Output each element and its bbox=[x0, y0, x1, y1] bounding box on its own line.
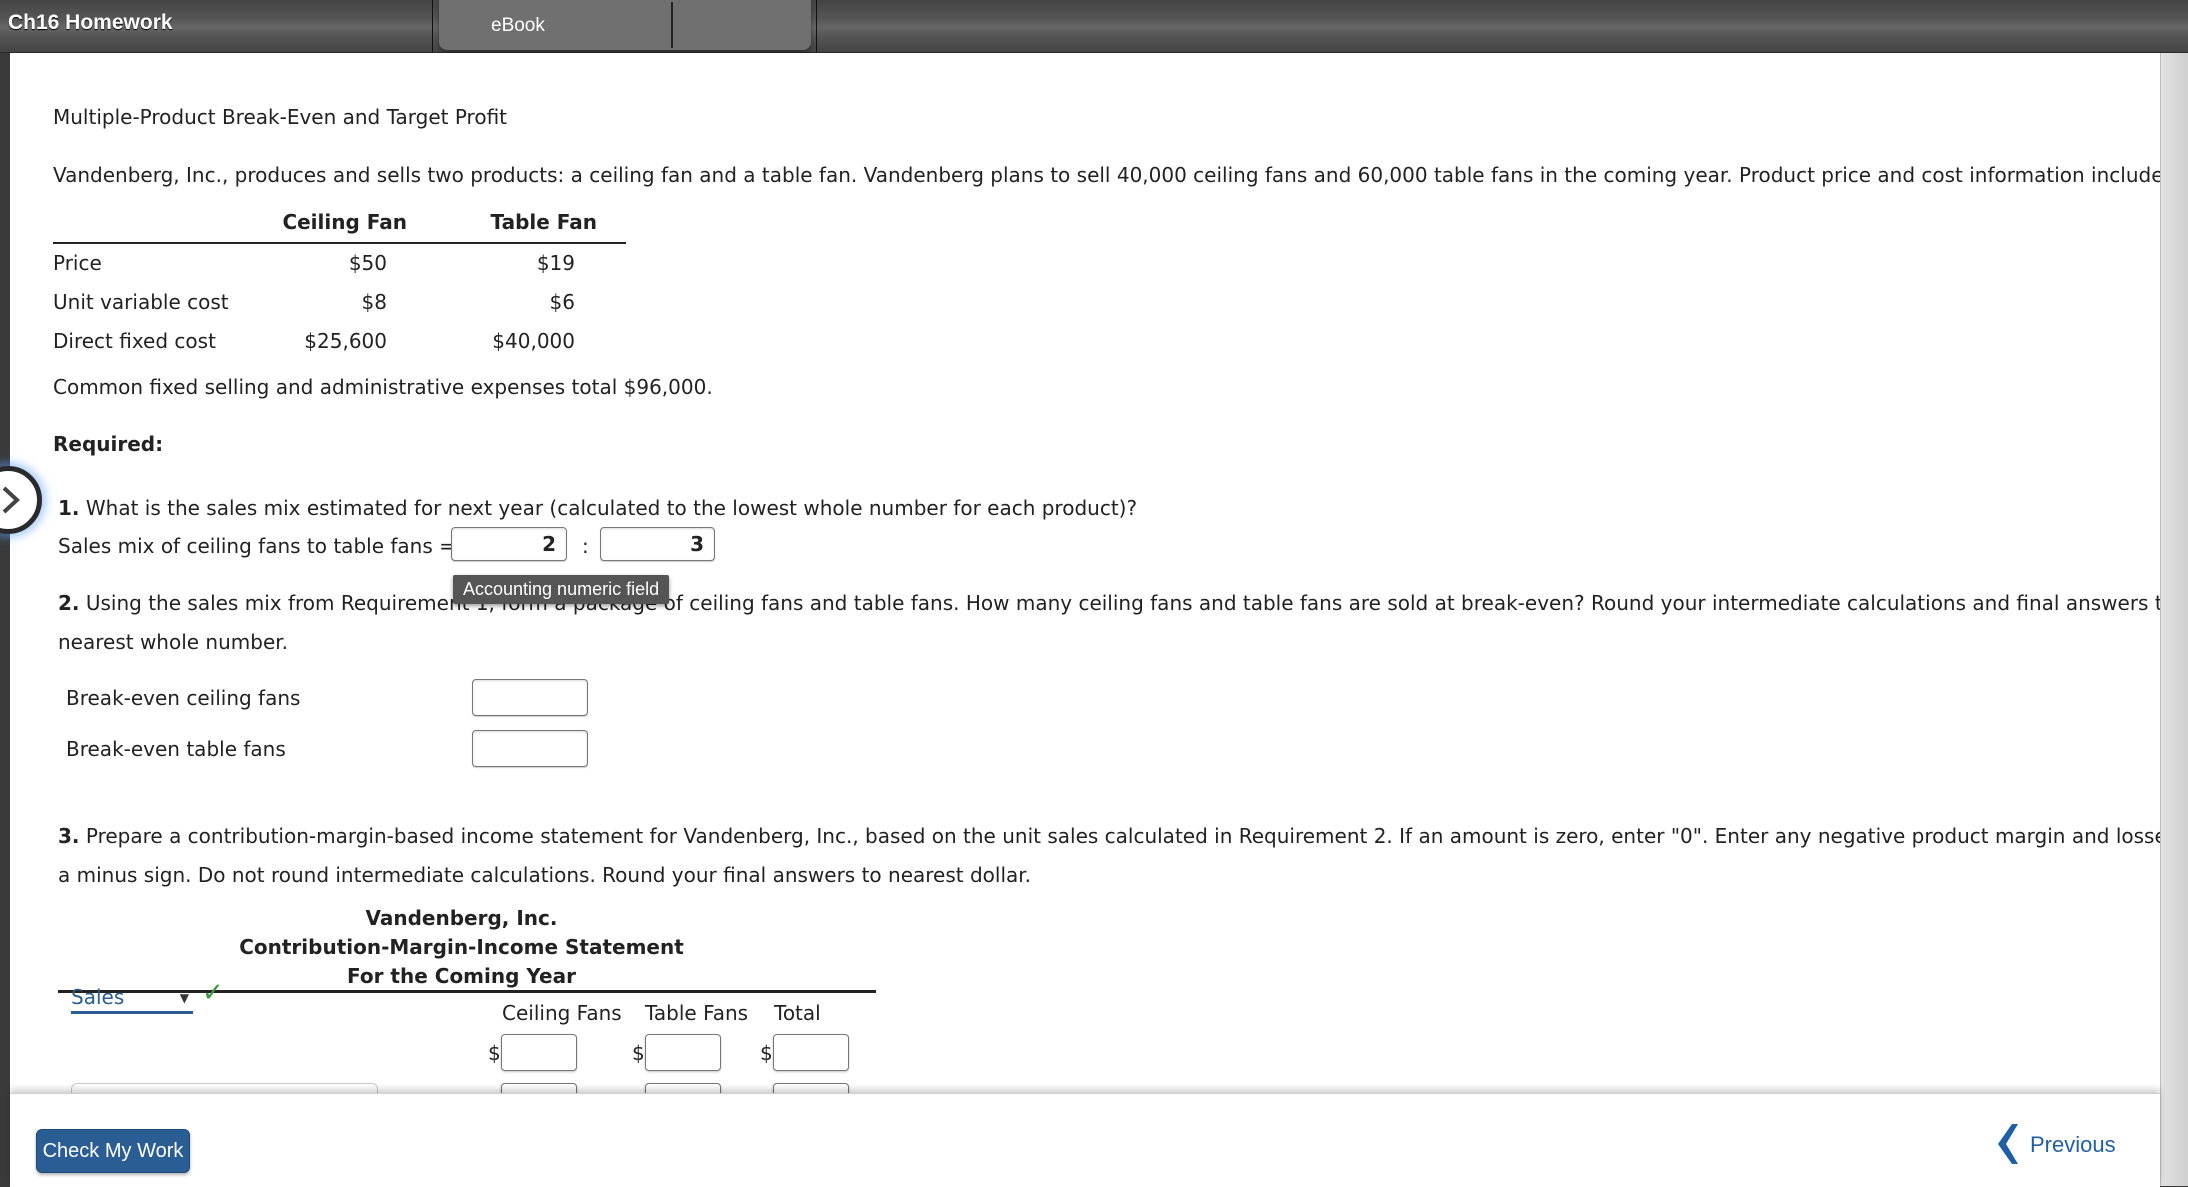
sales-ceiling-fans-input[interactable] bbox=[501, 1034, 577, 1071]
table-row-label: Direct fixed cost bbox=[53, 329, 216, 353]
question-number: 1. bbox=[58, 496, 80, 520]
question-3-continued: a minus sign. Do not round intermediate … bbox=[58, 863, 1032, 887]
correct-check-icon: ✓ bbox=[202, 978, 224, 1008]
table-rule bbox=[53, 242, 626, 244]
problem-intro: Vandenberg, Inc., produces and sells two… bbox=[53, 163, 2160, 187]
common-fixed-text: Common fixed selling and administrative … bbox=[53, 375, 713, 399]
ratio-separator: : bbox=[582, 534, 589, 558]
sales-mix-ceiling-input[interactable] bbox=[451, 527, 567, 561]
line-item-select[interactable]: Sales ▼ bbox=[71, 985, 193, 1014]
required-heading: Required: bbox=[53, 432, 164, 456]
table-header-table-fan: Table Fan bbox=[490, 210, 597, 234]
statement-cell-input[interactable] bbox=[501, 1083, 577, 1093]
table-cell: $6 bbox=[549, 290, 575, 314]
question-number: 2. bbox=[58, 591, 80, 615]
question-number: 3. bbox=[58, 824, 80, 848]
tab-group: eBook bbox=[439, 0, 811, 50]
tab-blank[interactable] bbox=[673, 0, 811, 50]
sales-mix-label: Sales mix of ceiling fans to table fans … bbox=[58, 534, 456, 558]
column-header-ceiling-fans: Ceiling Fans bbox=[502, 1001, 622, 1025]
currency-symbol: $ bbox=[632, 1041, 645, 1065]
tooltip: Accounting numeric field bbox=[453, 575, 670, 604]
chevron-right-icon bbox=[2, 486, 20, 514]
currency-symbol: $ bbox=[488, 1041, 501, 1065]
column-header-table-fans: Table Fans bbox=[645, 1001, 749, 1025]
statement-title: Contribution-Margin-Income Statement bbox=[239, 935, 684, 959]
divider bbox=[432, 0, 433, 52]
top-bar: Ch16 Homework eBook bbox=[0, 0, 2188, 53]
question-text: What is the sales mix estimated for next… bbox=[85, 496, 1138, 520]
sales-total-input[interactable] bbox=[773, 1034, 849, 1071]
sales-mix-table-input[interactable] bbox=[600, 527, 715, 561]
statement-cell-input[interactable] bbox=[773, 1083, 849, 1093]
question-2: 2. Using the sales mix from Requirement … bbox=[58, 591, 2160, 615]
line-item-select[interactable] bbox=[71, 1083, 378, 1093]
table-cell: $19 bbox=[536, 251, 575, 275]
problem-title: Multiple-Product Break-Even and Target P… bbox=[53, 105, 508, 129]
table-header-ceiling-fan: Ceiling Fan bbox=[282, 210, 407, 234]
break-even-ceiling-input[interactable] bbox=[472, 679, 588, 716]
table-cell: $25,600 bbox=[304, 329, 387, 353]
chevron-left-icon bbox=[1998, 1124, 2018, 1164]
break-even-ceiling-label: Break-even ceiling fans bbox=[66, 686, 301, 710]
footer-bar: Check My Work Previous bbox=[10, 1093, 2160, 1187]
sales-table-fans-input[interactable] bbox=[645, 1034, 721, 1071]
previous-label: Previous bbox=[2030, 1132, 2116, 1157]
question-3: 3. Prepare a contribution-margin-based i… bbox=[58, 824, 2160, 848]
assignment-title: Ch16 Homework bbox=[8, 11, 173, 34]
question-2-continued: nearest whole number. bbox=[58, 630, 289, 654]
line-item-select-value: Sales bbox=[71, 985, 125, 1009]
dropdown-arrow-icon: ▼ bbox=[179, 991, 189, 1005]
break-even-table-input[interactable] bbox=[472, 730, 588, 767]
check-my-work-button[interactable]: Check My Work bbox=[36, 1129, 190, 1173]
question-text: Using the sales mix from Requirement 1, … bbox=[85, 591, 2160, 615]
table-row-label: Price bbox=[53, 251, 102, 275]
tab-ebook[interactable]: eBook bbox=[439, 0, 671, 50]
table-row-label: Unit variable cost bbox=[53, 290, 229, 314]
question-text: Prepare a contribution-margin-based inco… bbox=[85, 824, 2160, 848]
question-1: 1. What is the sales mix estimated for n… bbox=[58, 496, 1137, 520]
divider bbox=[816, 0, 817, 52]
question-content: Multiple-Product Break-Even and Target P… bbox=[10, 53, 2160, 1093]
column-header-total: Total bbox=[774, 1001, 821, 1025]
table-cell: $8 bbox=[361, 290, 387, 314]
statement-company: Vandenberg, Inc. bbox=[365, 906, 558, 930]
statement-cell-input[interactable] bbox=[645, 1083, 721, 1093]
table-cell: $40,000 bbox=[492, 329, 575, 353]
currency-symbol: $ bbox=[760, 1041, 773, 1065]
break-even-table-label: Break-even table fans bbox=[66, 737, 286, 761]
scrollbar[interactable] bbox=[2160, 53, 2188, 1186]
table-cell: $50 bbox=[348, 251, 387, 275]
